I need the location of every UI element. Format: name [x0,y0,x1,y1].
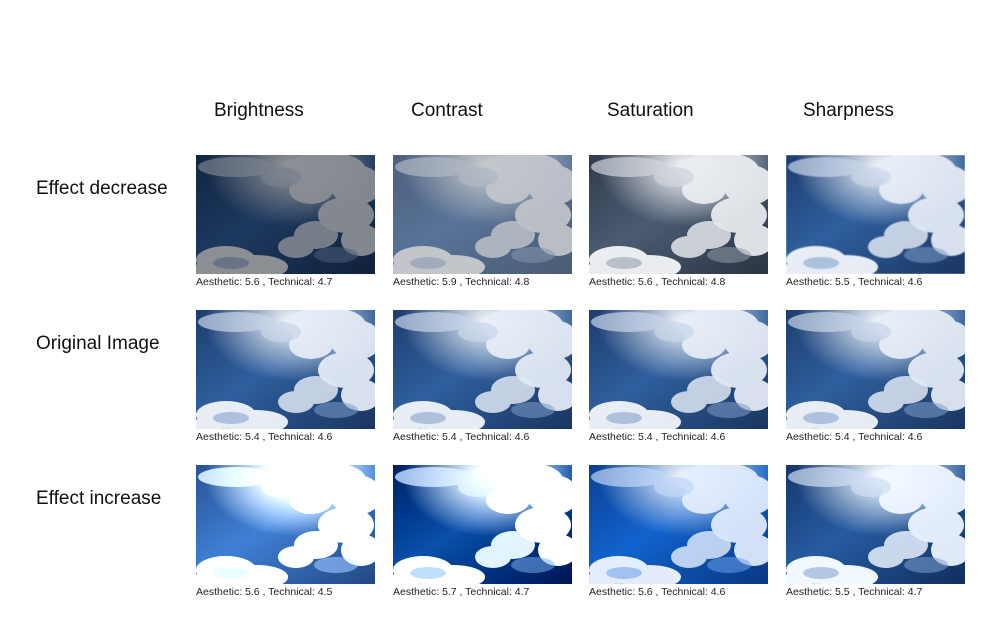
cell-contrast-decrease: Aesthetic: 5.9 , Technical: 4.8 [393,155,572,288]
row-label-effect-decrease: Effect decrease [36,178,168,199]
score-caption: Aesthetic: 5.9 , Technical: 4.8 [393,276,530,288]
sky-image-sharpness-decrease [786,155,965,274]
cell-sharpness-decrease: Aesthetic: 5.5 , Technical: 4.6 [786,155,965,288]
sky-image-saturation-increase [589,465,768,584]
cell-sharpness-increase: Aesthetic: 5.5 , Technical: 4.7 [786,465,965,598]
score-caption: Aesthetic: 5.6 , Technical: 4.7 [196,276,333,288]
column-header-saturation: Saturation [607,100,694,121]
score-caption: Aesthetic: 5.4 , Technical: 4.6 [196,431,333,443]
sky-image-contrast-increase [393,465,572,584]
cell-saturation-increase: Aesthetic: 5.6 , Technical: 4.6 [589,465,768,598]
column-header-brightness: Brightness [214,100,304,121]
sky-image-saturation-decrease [589,155,768,274]
sky-image-contrast-decrease [393,155,572,274]
sky-image-contrast-original [393,310,572,429]
cell-brightness-decrease: Aesthetic: 5.6 , Technical: 4.7 [196,155,375,288]
cell-saturation-original: Aesthetic: 5.4 , Technical: 4.6 [589,310,768,443]
score-caption: Aesthetic: 5.7 , Technical: 4.7 [393,586,530,598]
sky-image-brightness-increase [196,465,375,584]
cell-sharpness-original: Aesthetic: 5.4 , Technical: 4.6 [786,310,965,443]
sky-image-sharpness-original [786,310,965,429]
score-caption: Aesthetic: 5.4 , Technical: 4.6 [393,431,530,443]
sky-image-brightness-decrease [196,155,375,274]
cell-saturation-decrease: Aesthetic: 5.6 , Technical: 4.8 [589,155,768,288]
score-caption: Aesthetic: 5.6 , Technical: 4.6 [589,586,726,598]
sky-image-saturation-original [589,310,768,429]
column-header-contrast: Contrast [411,100,483,121]
cell-brightness-increase: Aesthetic: 5.6 , Technical: 4.5 [196,465,375,598]
score-caption: Aesthetic: 5.6 , Technical: 4.5 [196,586,333,598]
score-caption: Aesthetic: 5.6 , Technical: 4.8 [589,276,726,288]
score-caption: Aesthetic: 5.5 , Technical: 4.7 [786,586,923,598]
cell-contrast-increase: Aesthetic: 5.7 , Technical: 4.7 [393,465,572,598]
cell-contrast-original: Aesthetic: 5.4 , Technical: 4.6 [393,310,572,443]
column-header-sharpness: Sharpness [803,100,894,121]
row-label-effect-increase: Effect increase [36,488,162,509]
sky-image-sharpness-increase [786,465,965,584]
score-caption: Aesthetic: 5.4 , Technical: 4.6 [786,431,923,443]
score-caption: Aesthetic: 5.5 , Technical: 4.6 [786,276,923,288]
row-label-original-image: Original Image [36,333,160,354]
sky-image-brightness-original [196,310,375,429]
cell-brightness-original: Aesthetic: 5.4 , Technical: 4.6 [196,310,375,443]
score-caption: Aesthetic: 5.4 , Technical: 4.6 [589,431,726,443]
